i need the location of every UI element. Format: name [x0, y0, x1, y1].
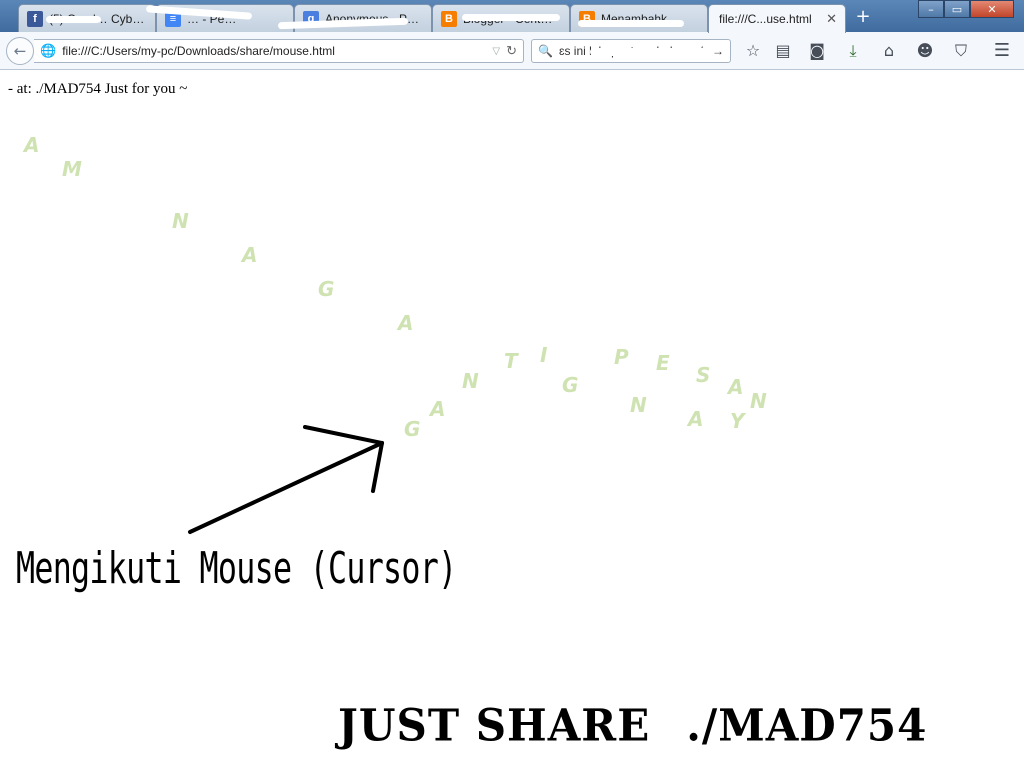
arrow-head-top: [303, 425, 384, 445]
tab-menambahkan[interactable]: B Menambahk…: [570, 4, 708, 32]
footer-share: JUST SHARE ./MAD754: [338, 700, 927, 751]
shield-icon[interactable]: ⛉: [950, 40, 972, 62]
reading-list-icon[interactable]: ▤: [772, 40, 794, 62]
caption-text: Mengikuti Mouse (Cursor): [16, 543, 457, 594]
home-icon[interactable]: ⌂: [878, 40, 900, 62]
navigation-bar: ← 🌐 file:///C:/Users/my-pc/Downloads/sha…: [0, 32, 1024, 70]
tab-label: file:///C...use.html: [719, 12, 812, 26]
close-tab-icon[interactable]: ✕: [826, 11, 837, 27]
redaction-mark: [590, 48, 710, 56]
footer-mad754: ./MAD754: [686, 699, 928, 752]
maximize-button[interactable]: ▭: [944, 0, 970, 18]
reload-icon[interactable]: ↻: [506, 43, 517, 59]
bookmark-star-icon[interactable]: ☆: [742, 40, 764, 62]
tab-mouse-html[interactable]: file:///C...use.html ✕: [708, 4, 846, 33]
arrow-head-bottom: [371, 441, 384, 493]
search-icon: 🔍: [538, 44, 553, 58]
pocket-icon[interactable]: ◙: [806, 40, 828, 62]
chevron-down-icon[interactable]: ▽: [492, 46, 500, 57]
back-button[interactable]: ←: [6, 37, 34, 65]
facebook-icon: f: [27, 10, 43, 27]
footer-just-share: JUST SHARE: [338, 699, 651, 752]
arrow-shaft: [188, 441, 384, 534]
arrow-graphic: [188, 425, 384, 534]
url-text[interactable]: file:///C:/Users/my-pc/Downloads/share/m…: [62, 44, 492, 58]
new-tab-button[interactable]: +: [850, 6, 876, 28]
minimize-button[interactable]: –: [918, 0, 944, 18]
window-controls: – ▭ ✕: [918, 0, 1014, 18]
download-icon[interactable]: ⤓: [842, 40, 864, 62]
redaction-mark: [462, 14, 560, 21]
menu-icon[interactable]: ☰: [991, 40, 1013, 62]
blogger-icon: B: [441, 10, 457, 27]
search-go-icon[interactable]: →: [712, 44, 724, 58]
redaction-mark: [578, 20, 684, 27]
address-bar[interactable]: 🌐 file:///C:/Users/my-pc/Downloads/share…: [34, 39, 524, 63]
page-content: - at: ./MAD754 Just for you ~ AMNAGAGANT…: [0, 71, 1024, 768]
chat-icon[interactable]: ☻: [914, 40, 936, 62]
redaction-mark: [46, 16, 101, 23]
tab-strip: f (5) Cerul… Cyber… ≡ … - Pe… g Anonymou…: [0, 0, 1024, 33]
globe-icon: 🌐: [40, 43, 57, 58]
close-window-button[interactable]: ✕: [970, 0, 1014, 18]
